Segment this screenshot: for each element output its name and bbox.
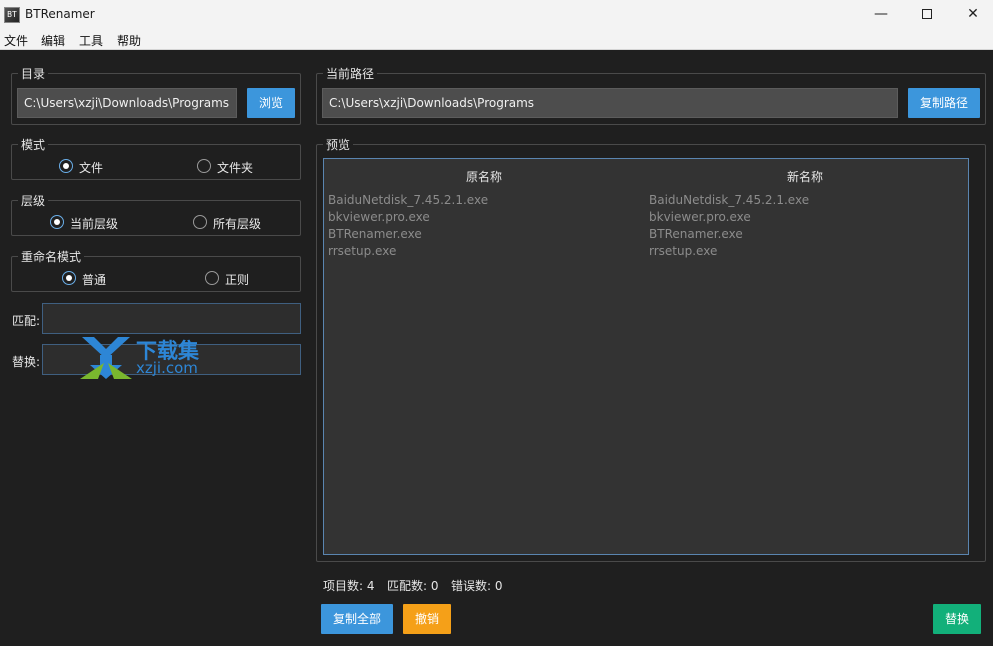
directory-label: 目录 bbox=[18, 65, 49, 82]
menu-bar: 文件 编辑 工具 帮助 bbox=[0, 30, 993, 50]
mode-folder-label: 文件夹 bbox=[217, 161, 254, 175]
maximize-button[interactable] bbox=[904, 0, 950, 30]
preview-original-cell[interactable]: BTRenamer.exe bbox=[328, 227, 422, 241]
level-current-radio[interactable] bbox=[50, 215, 64, 229]
mode-group: 模式 bbox=[11, 136, 301, 180]
replace-label: 替换: bbox=[12, 355, 41, 369]
menu-tools[interactable]: 工具 bbox=[79, 32, 103, 49]
copy-path-button[interactable]: 复制路径 bbox=[908, 88, 980, 118]
col-new-header[interactable]: 新名称 bbox=[787, 168, 823, 185]
item-count: 项目数: 4 bbox=[323, 579, 375, 593]
menu-help[interactable]: 帮助 bbox=[117, 32, 141, 49]
copy-all-button[interactable]: 复制全部 bbox=[321, 604, 393, 634]
level-label: 层级 bbox=[18, 192, 49, 209]
match-label: 匹配: bbox=[12, 314, 41, 328]
undo-button[interactable]: 撤销 bbox=[403, 604, 451, 634]
rename-mode-group: 重命名模式 bbox=[11, 248, 301, 292]
watermark-logo-icon bbox=[80, 337, 132, 379]
title-bar: BT BTRenamer — ✕ bbox=[0, 0, 993, 30]
close-icon: ✕ bbox=[967, 6, 979, 22]
watermark: 下载集 xzji.com bbox=[78, 335, 199, 384]
menu-edit[interactable]: 编辑 bbox=[41, 32, 65, 49]
preview-new-cell[interactable]: BaiduNetdisk_7.45.2.1.exe bbox=[649, 193, 809, 207]
preview-original-cell[interactable]: rrsetup.exe bbox=[328, 244, 396, 258]
close-button[interactable]: ✕ bbox=[950, 0, 993, 30]
menu-file[interactable]: 文件 bbox=[4, 32, 28, 49]
minimize-icon: — bbox=[874, 6, 888, 22]
preview-label: 预览 bbox=[323, 136, 354, 153]
current-path-label: 当前路径 bbox=[323, 65, 378, 82]
directory-path-field[interactable]: C:\Users\xzji\Downloads\Programs bbox=[17, 88, 237, 118]
match-count: 匹配数: 0 bbox=[387, 579, 439, 593]
rename-regex-radio[interactable] bbox=[205, 271, 219, 285]
mode-label: 模式 bbox=[18, 136, 49, 153]
level-all-radio[interactable] bbox=[193, 215, 207, 229]
mode-file-label: 文件 bbox=[79, 161, 104, 175]
error-count: 错误数: 0 bbox=[451, 579, 503, 593]
maximize-icon bbox=[922, 9, 932, 19]
rename-normal-label: 普通 bbox=[82, 273, 107, 287]
level-current-label: 当前层级 bbox=[70, 217, 119, 231]
watermark-url: xzji.com bbox=[136, 359, 198, 377]
minimize-button[interactable]: — bbox=[858, 0, 904, 30]
col-original-header[interactable]: 原名称 bbox=[466, 168, 502, 185]
replace-button[interactable]: 替换 bbox=[933, 604, 981, 634]
preview-table[interactable]: 原名称 新名称 BaiduNetdisk_7.45.2.1.exe BaiduN… bbox=[323, 158, 969, 555]
rename-regex-label: 正则 bbox=[225, 273, 250, 287]
level-all-label: 所有层级 bbox=[213, 217, 262, 231]
mode-file-radio[interactable] bbox=[59, 159, 73, 173]
mode-folder-radio[interactable] bbox=[197, 159, 211, 173]
preview-original-cell[interactable]: BaiduNetdisk_7.45.2.1.exe bbox=[328, 193, 488, 207]
preview-new-cell[interactable]: rrsetup.exe bbox=[649, 244, 717, 258]
window-title: BTRenamer bbox=[25, 7, 95, 21]
preview-original-cell[interactable]: bkviewer.pro.exe bbox=[328, 210, 430, 224]
current-path-field[interactable]: C:\Users\xzji\Downloads\Programs bbox=[322, 88, 898, 118]
app-icon: BT bbox=[4, 7, 20, 23]
preview-new-cell[interactable]: BTRenamer.exe bbox=[649, 227, 743, 241]
rename-normal-radio[interactable] bbox=[62, 271, 76, 285]
browse-button[interactable]: 浏览 bbox=[247, 88, 295, 118]
rename-mode-label: 重命名模式 bbox=[18, 248, 85, 265]
match-input[interactable] bbox=[42, 303, 301, 334]
preview-new-cell[interactable]: bkviewer.pro.exe bbox=[649, 210, 751, 224]
